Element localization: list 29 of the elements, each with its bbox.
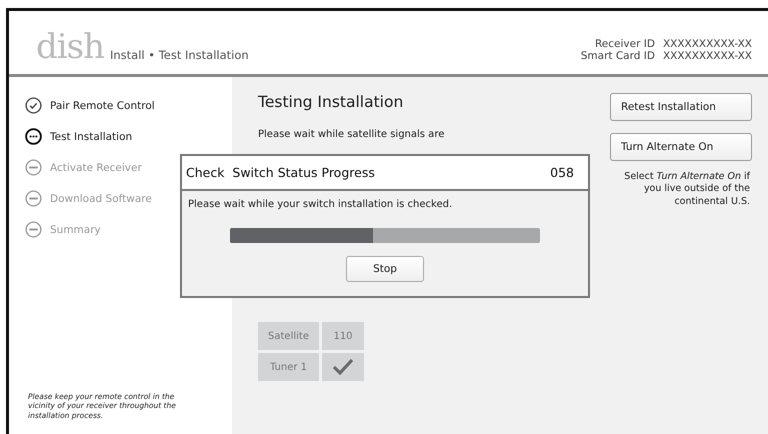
logo: dish: [36, 30, 104, 64]
stop-button[interactable]: Stop: [346, 256, 424, 282]
ellipsis-circle-icon: [25, 128, 42, 145]
id-label: Smart Card ID: [580, 50, 655, 62]
check-icon: [332, 358, 354, 376]
dialog-code: 058: [550, 165, 574, 180]
step-label: Summary: [50, 224, 101, 236]
minus-circle-icon: [25, 221, 42, 238]
id-label: Receiver ID: [594, 38, 655, 50]
id-value: XXXXXXXXXX-XX: [662, 50, 752, 62]
minus-circle-icon: [25, 159, 42, 176]
step-label: Pair Remote Control: [50, 100, 155, 112]
id-value: XXXXXXXXXX-XX: [662, 38, 752, 50]
dialog-title: Check Switch Status Progress: [186, 165, 375, 180]
action-button[interactable]: Turn Alternate On: [610, 133, 752, 161]
hint-text: Select Turn Alternate On if you live outside of the continental U.S.: [623, 171, 752, 208]
table-cell: 110: [322, 322, 364, 350]
breadcrumb: Install • Test Installation: [110, 48, 249, 62]
step-label: Test Installation: [50, 130, 132, 142]
table-cell: Satellite: [258, 322, 319, 350]
minus-circle-icon: [25, 190, 42, 207]
step-label: Download Software: [50, 192, 152, 204]
dialog-message: Please wait while your switch installation is checked.: [187, 199, 452, 210]
page-title: Testing Installation: [258, 93, 404, 111]
step-label: Activate Receiver: [50, 162, 142, 174]
action-button[interactable]: Retest Installation: [610, 93, 752, 121]
table-cell: Tuner 1: [258, 353, 319, 381]
check-circle-icon: [25, 97, 42, 114]
description: Please wait while satellite signals are: [258, 129, 446, 140]
